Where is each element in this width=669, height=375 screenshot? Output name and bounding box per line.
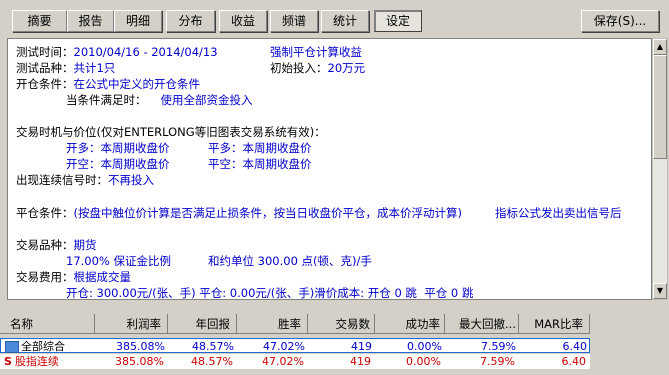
trade-variety: 交易品种：期货: [16, 238, 97, 252]
test-time: 测试时间：2010/04/16 - 2014/04/13: [16, 45, 218, 59]
stock-s-icon: S: [4, 355, 12, 368]
col-max-drawdown[interactable]: 最大回撤...: [445, 314, 519, 334]
kai-duo-label: 开多：: [66, 141, 101, 155]
col-name[interactable]: 名称: [0, 314, 95, 334]
trade-fee-value: 根据成交量: [73, 270, 132, 284]
trade-variety-value: 期货: [73, 238, 97, 252]
open-condition-value: 在公式中定义的开仓条件: [73, 77, 201, 91]
tab-detail[interactable]: 明细: [114, 10, 162, 32]
scroll-down-icon[interactable]: ▼: [653, 283, 667, 299]
timing-title: 交易时机与价位(仅对ENTERLONG等旧图表交易系统有效)：: [16, 125, 326, 139]
cell-profit-rate: 385.08%: [115, 355, 164, 368]
consecutive-signal-value: 不再投入: [108, 173, 154, 187]
trade-fee-label: 交易费用：: [16, 270, 74, 284]
row-name-text: 全部综合: [21, 340, 65, 353]
col-mar-ratio[interactable]: MAR比率: [519, 314, 590, 334]
splitter[interactable]: [0, 300, 669, 314]
ping-kong: 平空：本周期收盘价: [208, 157, 312, 171]
save-button[interactable]: 保存(S)...: [581, 10, 659, 32]
tab-statistics[interactable]: 统计: [321, 10, 369, 32]
scroll-thumb[interactable]: [653, 55, 667, 159]
consecutive-signal-label: 出现连续信号时：: [16, 173, 108, 187]
kai-kong: 开空：本周期收盘价: [66, 157, 170, 171]
cell-mar-ratio: 6.40: [561, 355, 587, 368]
cell-max-drawdown: 7.59%: [481, 340, 516, 353]
tab-spectrum[interactable]: 频谱: [270, 10, 318, 32]
kai-kong-label: 开空：: [66, 157, 101, 171]
table-row[interactable]: S 股指连续 385.08% 48.57% 47.02% 419 0.00% 7.…: [0, 354, 590, 369]
col-win-rate[interactable]: 胜率: [237, 314, 308, 334]
initial-input: 初始投入：20万元: [270, 61, 365, 75]
kai-kong-value: 本周期收盘价: [100, 157, 170, 171]
when-met-value: 使用全部资金投入: [160, 93, 253, 107]
vertical-scrollbar[interactable]: ▲ ▼: [652, 38, 668, 300]
cell-trade-count: 419: [351, 340, 372, 353]
cell-annual-return: 48.57%: [191, 355, 233, 368]
col-success-rate[interactable]: 成功率: [375, 314, 445, 334]
row-name: 全部综合: [3, 339, 96, 354]
close-condition-extra: 指标公式发出卖出信号后: [495, 206, 622, 220]
ping-kong-value: 本周期收盘价: [242, 157, 312, 171]
trade-variety-label: 交易品种：: [16, 238, 74, 252]
initial-input-label: 初始投入：: [270, 61, 328, 75]
col-annual-return[interactable]: 年回报: [168, 314, 237, 334]
row-name-text: 股指连续: [14, 355, 59, 368]
scroll-up-icon[interactable]: ▲: [653, 39, 667, 55]
cell-win-rate: 47.02%: [262, 355, 304, 368]
tab-report[interactable]: 报告: [67, 10, 114, 32]
ping-duo-value: 本周期收盘价: [242, 141, 312, 155]
trade-fee: 交易费用：根据成交量: [16, 270, 131, 284]
cell-trade-count: 419: [350, 355, 371, 368]
folder-icon: [5, 341, 19, 353]
col-trade-count[interactable]: 交易数: [308, 314, 375, 334]
ping-kong-label: 平空：: [208, 157, 243, 171]
tab-summary[interactable]: 摘要: [12, 10, 67, 32]
open-condition: 开仓条件：在公式中定义的开仓条件: [16, 77, 200, 91]
cell-mar-ratio: 6.40: [562, 340, 588, 353]
when-met: 当条件满足时： 使用全部资金投入: [66, 93, 253, 107]
table-row[interactable]: 全部综合 385.08% 48.57% 47.02% 419 0.00% 7.5…: [0, 338, 590, 353]
test-variety: 测试品种：共计1只: [16, 61, 115, 75]
cell-success-rate: 0.00%: [406, 355, 441, 368]
contract-unit: 和约单位 300.00 点(顿、克)/手: [208, 254, 372, 268]
when-met-label: 当条件满足时：: [66, 93, 147, 107]
kai-duo: 开多：本周期收盘价: [66, 141, 170, 155]
test-variety-label: 测试品种：: [16, 61, 74, 75]
close-condition-label: 平仓条件：: [16, 206, 74, 220]
test-variety-value: 共计1只: [73, 61, 116, 75]
test-time-label: 测试时间：: [16, 45, 74, 59]
tab-settings[interactable]: 设定: [374, 10, 422, 32]
kai-duo-value: 本周期收盘价: [100, 141, 170, 155]
test-time-value: 2010/04/16 - 2014/04/13: [73, 45, 218, 59]
initial-input-value: 20万元: [327, 61, 366, 75]
consecutive-signal: 出现连续信号时：不再投入: [16, 173, 154, 187]
cell-win-rate: 47.02%: [263, 340, 305, 353]
fee-detail: 开仓: 300.00元/(张、手) 平仓: 0.00元/(张、手)滑价成本: 开…: [66, 286, 474, 300]
margin-ratio: 17.00% 保证金比例: [66, 254, 172, 268]
close-condition: 平仓条件：(按盘中触位价计算是否满足止损条件，按当日收盘价平仓，成本价浮动计算): [16, 206, 462, 220]
col-profit-rate[interactable]: 利润率: [95, 314, 168, 334]
tab-distribution[interactable]: 分布: [166, 10, 215, 32]
tab-bar: 摘要 报告 明细 分布 收益 频谱 统计 设定 保存(S)...: [0, 0, 669, 38]
ping-duo-label: 平多：: [208, 141, 243, 155]
forced-close: 强制平仓计算收益: [270, 45, 362, 59]
report-panel: 测试时间：2010/04/16 - 2014/04/13 强制平仓计算收益 测试…: [7, 38, 652, 300]
cell-profit-rate: 385.08%: [116, 340, 165, 353]
close-condition-value: (按盘中触位价计算是否满足止损条件，按当日收盘价平仓，成本价浮动计算): [73, 206, 462, 220]
row-name: S 股指连续: [2, 354, 95, 369]
ping-duo: 平多：本周期收盘价: [208, 141, 312, 155]
cell-success-rate: 0.00%: [407, 340, 442, 353]
tab-profit[interactable]: 收益: [219, 10, 267, 32]
cell-max-drawdown: 7.59%: [480, 355, 515, 368]
cell-annual-return: 48.57%: [192, 340, 234, 353]
results-table-header: 名称 利润率 年回报 胜率 交易数 成功率 最大回撤... MAR比率: [0, 314, 669, 334]
open-condition-label: 开仓条件：: [16, 77, 74, 91]
